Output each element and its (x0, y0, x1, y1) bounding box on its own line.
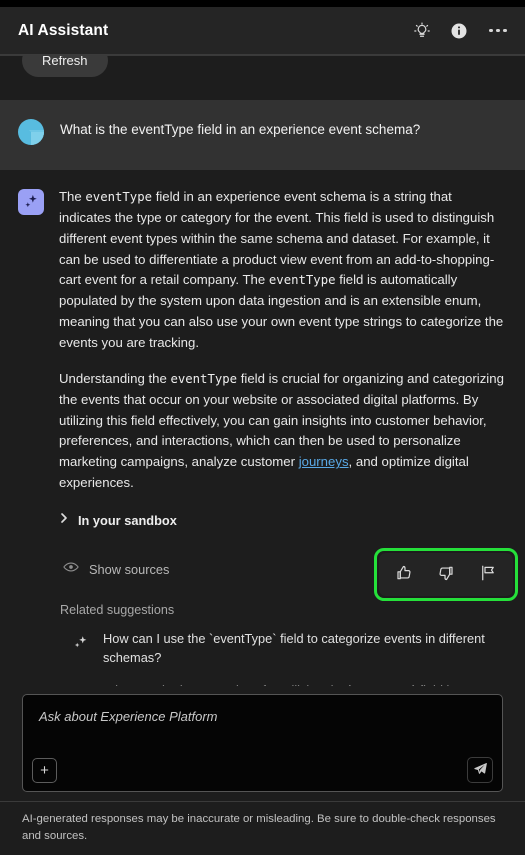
feedback-bar (379, 553, 513, 597)
eye-icon (63, 560, 79, 578)
more-options-icon[interactable] (487, 23, 509, 39)
disclaimer-text: AI-generated responses may be inaccurate… (22, 812, 496, 842)
p2-part-a: Understanding the (59, 370, 171, 386)
composer-area: Ask about Experience Platform + (0, 685, 525, 792)
thumbs-down-button[interactable] (433, 561, 459, 588)
suggestion-text: What are the best practices for utilizin… (103, 682, 507, 686)
show-sources-label: Show sources (89, 561, 170, 577)
lightbulb-icon[interactable] (413, 21, 431, 40)
suggestion-text: How can I use the `eventType` field to c… (103, 631, 485, 665)
thumbs-up-icon (395, 564, 413, 585)
conversation-area: What is the eventType field in an experi… (0, 100, 525, 686)
assistant-body: The eventType field in an experience eve… (59, 187, 518, 686)
answer-paragraph-2: Understanding the eventType field is cru… (59, 369, 507, 494)
suggestion-item-2[interactable]: What are the best practices for utilizin… (59, 679, 507, 686)
related-suggestions-title: Related suggestions (60, 603, 175, 618)
journeys-link[interactable]: journeys (299, 454, 349, 469)
chevron-right-icon (59, 511, 69, 529)
flag-icon (479, 564, 497, 585)
info-icon[interactable] (450, 22, 468, 40)
answer-actions-row: Show sources (59, 545, 518, 602)
user-message: What is the eventType field in an experi… (0, 100, 525, 170)
p1-code-2: eventType (268, 273, 336, 288)
ai-assistant-panel: AI Assistant Refresh What is the eventTy… (0, 0, 525, 855)
user-message-text: What is the eventType field in an experi… (60, 122, 421, 137)
window-top-strip (0, 0, 525, 7)
suggestion-item-1[interactable]: How can I use the `eventType` field to c… (59, 627, 507, 670)
thumbs-up-button[interactable] (391, 561, 417, 588)
panel-header: AI Assistant (0, 7, 525, 55)
conversation-toolbar: Refresh Today (0, 55, 525, 100)
answer-paragraph-1: The eventType field in an experience eve… (59, 187, 507, 354)
p2-code-1: eventType (170, 371, 238, 386)
message-input-placeholder[interactable]: Ask about Experience Platform (39, 709, 486, 724)
feedback-highlight-box (374, 548, 518, 602)
sparkle-icon (71, 634, 90, 657)
attach-button[interactable]: + (32, 757, 57, 783)
ai-sparkle-avatar (18, 189, 44, 215)
p1-code-1: eventType (85, 190, 153, 204)
header-actions (413, 21, 509, 40)
page-title: AI Assistant (18, 21, 109, 39)
user-avatar (18, 119, 44, 145)
refresh-button[interactable]: Refresh (22, 56, 108, 77)
disclaimer-footer: AI-generated responses may be inaccurate… (0, 800, 525, 855)
p1-part-a: The (59, 189, 86, 204)
show-sources-button[interactable]: Show sources (59, 560, 169, 578)
send-icon (473, 761, 488, 779)
assistant-message: The eventType field in an experience eve… (0, 170, 525, 686)
send-button[interactable] (467, 756, 493, 783)
flag-button[interactable] (475, 561, 501, 588)
in-your-sandbox-toggle[interactable]: In your sandbox (59, 511, 507, 529)
thumbs-down-icon (437, 564, 455, 585)
in-your-sandbox-label: In your sandbox (78, 512, 177, 528)
message-input-container[interactable]: Ask about Experience Platform + (22, 693, 503, 792)
